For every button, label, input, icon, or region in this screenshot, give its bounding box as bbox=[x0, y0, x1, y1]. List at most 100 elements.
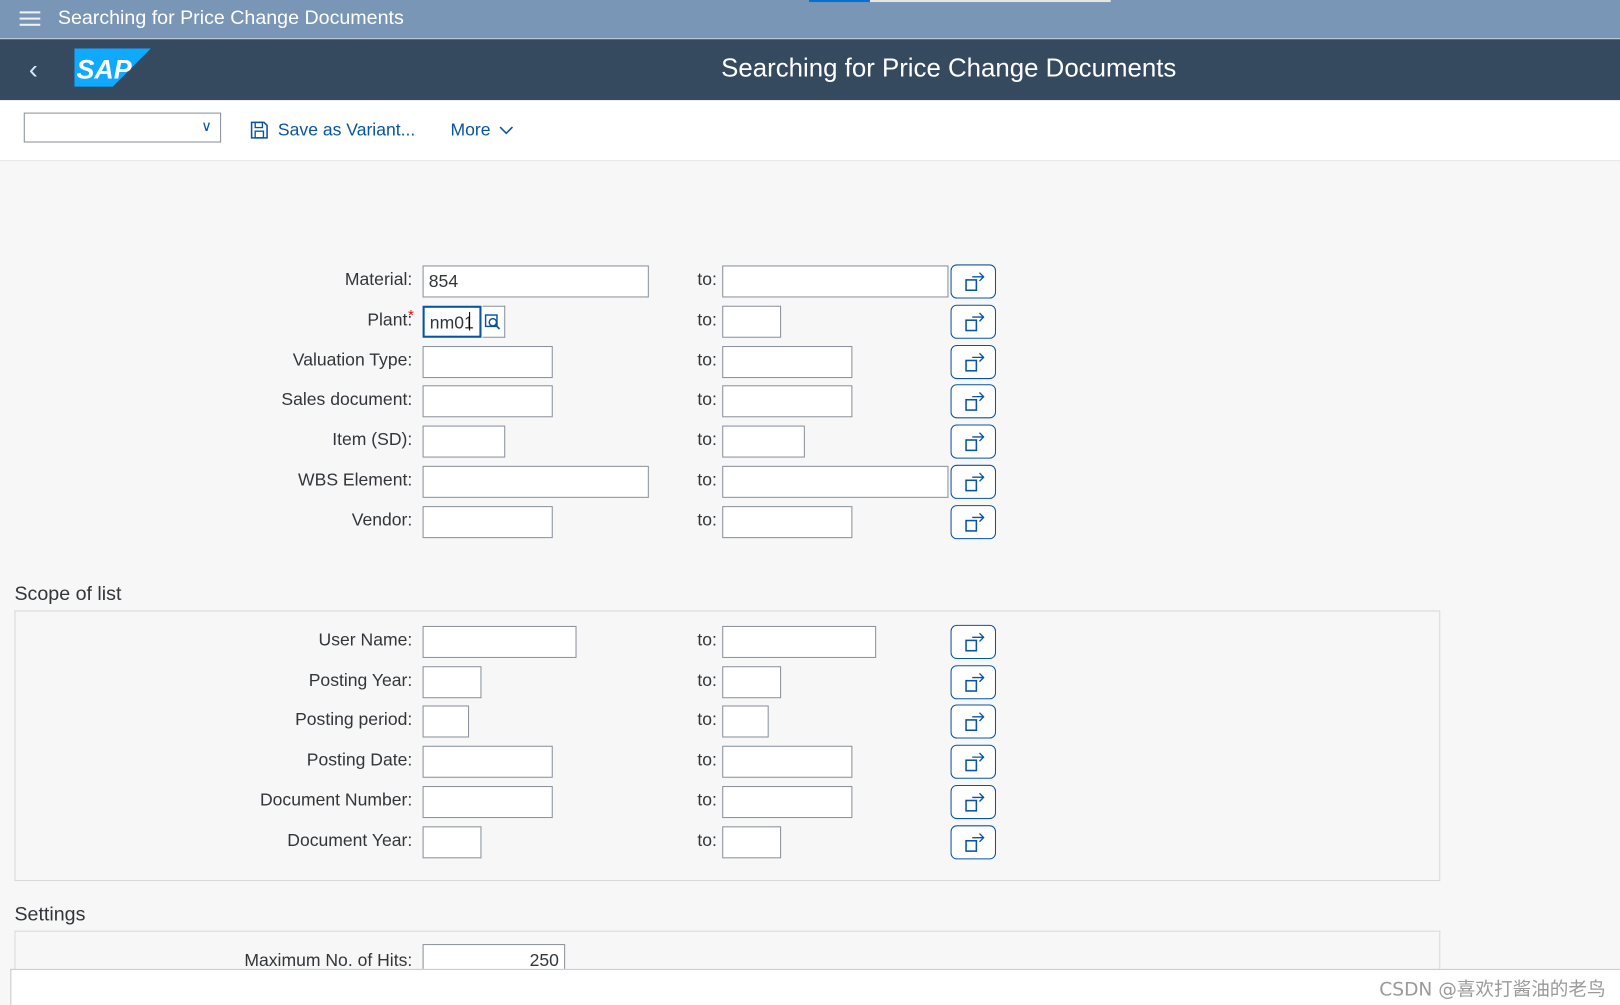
field-to-input[interactable] bbox=[722, 305, 782, 338]
field-to-input[interactable] bbox=[722, 465, 949, 498]
field-to-input[interactable] bbox=[722, 346, 853, 379]
field-from-input[interactable] bbox=[422, 465, 649, 498]
to-label: to: bbox=[697, 269, 717, 290]
field-label: Posting Date: bbox=[306, 749, 413, 770]
to-label: to: bbox=[697, 630, 717, 650]
shell-title: Searching for Price Change Documents bbox=[57, 7, 404, 29]
shell-bar: Searching for Price Change Documents bbox=[0, 0, 1620, 40]
field-to-input[interactable] bbox=[722, 705, 769, 738]
to-label: to: bbox=[697, 749, 717, 770]
chevron-down-icon: ∨ bbox=[201, 117, 212, 135]
watermark: CSDN @喜欢打酱油的老鸟 bbox=[1379, 979, 1606, 1001]
to-label: to: bbox=[697, 309, 717, 330]
multiple-selection-button[interactable] bbox=[950, 344, 997, 380]
loading-indicator bbox=[808, 0, 870, 3]
multiple-selection-button[interactable] bbox=[950, 304, 997, 339]
multiple-selection-button[interactable] bbox=[950, 424, 997, 459]
field-to-input[interactable] bbox=[722, 786, 853, 819]
hamburger-menu-icon[interactable] bbox=[19, 11, 41, 28]
to-label: to: bbox=[697, 709, 717, 730]
multiple-selection-button[interactable] bbox=[950, 825, 997, 860]
field-label: Material: bbox=[344, 269, 413, 290]
field-from-input[interactable] bbox=[422, 346, 553, 379]
to-label: to: bbox=[697, 389, 717, 410]
max-hits-label: Maximum No. of Hits: bbox=[244, 950, 413, 970]
field-from-input[interactable] bbox=[422, 385, 553, 418]
field-from-input[interactable] bbox=[422, 425, 506, 458]
field-to-input[interactable] bbox=[722, 425, 805, 458]
more-label: More bbox=[450, 119, 491, 140]
field-to-input[interactable] bbox=[722, 745, 853, 778]
field-from-input[interactable] bbox=[422, 705, 470, 738]
field-label: Vendor: bbox=[351, 510, 413, 530]
multiple-selection-button[interactable] bbox=[950, 384, 997, 419]
multiple-selection-button[interactable] bbox=[950, 264, 997, 299]
field-label: Plant: bbox=[367, 309, 413, 330]
field-label: Posting period: bbox=[295, 709, 413, 730]
multiple-selection-icon bbox=[965, 672, 985, 692]
to-label: to: bbox=[697, 790, 717, 810]
more-button[interactable]: More bbox=[450, 120, 513, 141]
field-to-input[interactable] bbox=[722, 385, 853, 418]
scope-section-title: Scope of list bbox=[14, 583, 122, 606]
multiple-selection-button[interactable] bbox=[950, 785, 997, 820]
settings-section-title: Settings bbox=[14, 903, 86, 926]
field-from-input[interactable]: nm01 bbox=[422, 305, 482, 338]
to-label: to: bbox=[697, 830, 717, 851]
field-label: Sales document: bbox=[281, 389, 413, 410]
multiple-selection-icon bbox=[965, 792, 985, 812]
multiple-selection-icon bbox=[965, 352, 985, 372]
save-as-variant-label: Save as Variant... bbox=[277, 119, 416, 140]
field-to-input[interactable] bbox=[722, 265, 949, 298]
multiple-selection-icon bbox=[965, 272, 985, 292]
field-label: Document Number: bbox=[259, 790, 413, 810]
field-from-input[interactable] bbox=[422, 826, 482, 859]
multiple-selection-icon bbox=[965, 432, 985, 452]
multiple-selection-button[interactable] bbox=[950, 624, 997, 659]
to-label: to: bbox=[697, 469, 717, 490]
page-title: Searching for Price Change Documents bbox=[721, 53, 1177, 83]
toolbar: ∨ Save as Variant... More bbox=[0, 100, 1620, 162]
loading-track bbox=[869, 0, 1111, 3]
chevron-down-icon bbox=[499, 125, 513, 134]
field-to-input[interactable] bbox=[722, 666, 782, 699]
sap-logo: SAP bbox=[74, 48, 151, 87]
to-label: to: bbox=[697, 670, 717, 690]
multiple-selection-icon bbox=[965, 392, 985, 411]
multiple-selection-icon bbox=[965, 632, 985, 652]
field-to-input[interactable] bbox=[722, 826, 782, 859]
save-as-variant-button[interactable]: Save as Variant... bbox=[250, 120, 415, 141]
multiple-selection-button[interactable] bbox=[950, 505, 997, 540]
field-to-input[interactable] bbox=[722, 625, 877, 658]
field-from-input[interactable] bbox=[422, 745, 553, 778]
field-from-input[interactable] bbox=[422, 786, 553, 819]
svg-text:SAP: SAP bbox=[76, 55, 131, 85]
multiple-selection-button[interactable] bbox=[950, 704, 997, 739]
multiple-selection-icon bbox=[965, 512, 985, 532]
text-cursor bbox=[469, 311, 471, 331]
field-from-input[interactable] bbox=[422, 625, 577, 658]
field-from-input[interactable] bbox=[422, 666, 482, 699]
value-help-icon bbox=[484, 314, 501, 330]
multiple-selection-button[interactable] bbox=[950, 464, 997, 499]
multiple-selection-icon bbox=[965, 712, 985, 732]
to-label: to: bbox=[697, 510, 717, 530]
field-label: Item (SD): bbox=[332, 429, 413, 450]
multiple-selection-button[interactable] bbox=[950, 744, 997, 779]
sap-screen: Searching for Price Change Documents ‹ S… bbox=[0, 0, 1620, 1005]
field-to-input[interactable] bbox=[722, 506, 853, 539]
field-from-input[interactable]: 854 bbox=[422, 265, 649, 298]
field-label: Document Year: bbox=[287, 830, 413, 851]
page-header: ‹ SAP Searching for Price Change Documen… bbox=[0, 39, 1620, 101]
multiple-selection-button[interactable] bbox=[950, 665, 997, 700]
required-indicator: * bbox=[408, 306, 414, 324]
variant-select[interactable]: ∨ bbox=[23, 112, 222, 143]
to-label: to: bbox=[697, 350, 717, 370]
field-label: Posting Year: bbox=[308, 670, 413, 690]
field-from-input[interactable] bbox=[422, 506, 553, 539]
value-help-button[interactable] bbox=[482, 305, 506, 338]
back-button[interactable]: ‹ bbox=[29, 54, 38, 86]
field-label: User Name: bbox=[318, 630, 413, 650]
to-label: to: bbox=[697, 429, 717, 450]
multiple-selection-icon bbox=[965, 312, 985, 332]
